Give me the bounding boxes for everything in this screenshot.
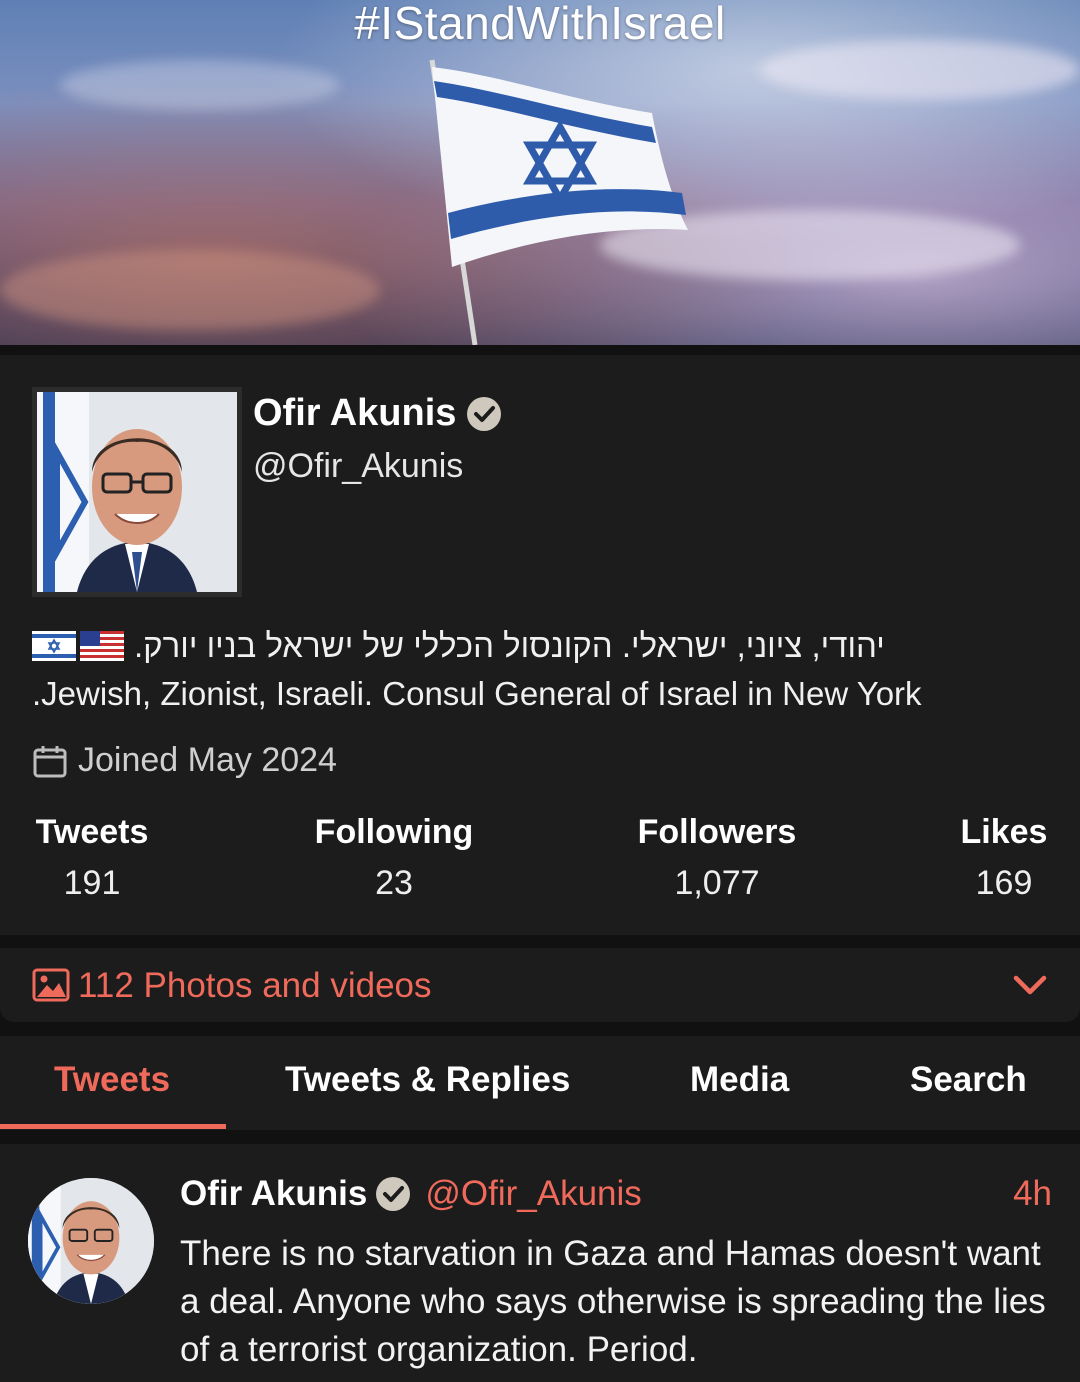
avatar-photo <box>37 392 237 592</box>
tweet-author-handle[interactable]: @Ofir_Akunis <box>425 1174 641 1214</box>
photos-count-label: 112 Photos and videos <box>78 966 432 1005</box>
tweet-avatar-photo <box>28 1178 154 1304</box>
display-name: Ofir Akunis <box>253 392 457 434</box>
tweet-timestamp: 4h <box>1013 1174 1052 1213</box>
tweet-text: There is no starvation in Gaza and Hamas… <box>180 1234 1046 1369</box>
verified-badge-icon <box>467 396 502 431</box>
banner-cloud <box>0 250 380 330</box>
israel-flag-icon <box>32 631 76 661</box>
bio-english: .Jewish, Zionist, Israeli. Consul Genera… <box>32 675 922 712</box>
stat-likes[interactable]: Likes 169 <box>958 813 1050 903</box>
stat-tweets[interactable]: Tweets 191 <box>32 813 152 903</box>
banner-hashtag: #IStandWithIsrael <box>354 0 726 49</box>
tweet-header: Ofir Akunis @Ofir_Akunis <box>180 1174 642 1214</box>
tab-media[interactable]: Media <box>690 1060 789 1100</box>
profile-handle: @Ofir_Akunis <box>253 447 464 485</box>
profile-avatar[interactable] <box>32 387 242 597</box>
bio-hebrew: יהודי, ציוני, ישראלי. הקונסול הכללי של י… <box>134 627 885 664</box>
tab-tweets[interactable]: Tweets <box>54 1060 170 1100</box>
banner-cloud <box>760 40 1080 100</box>
verified-badge-icon <box>376 1177 411 1211</box>
stat-followers-label: Followers <box>637 813 797 851</box>
bio-flags <box>32 631 124 661</box>
joined-row: Joined May 2024 <box>32 741 337 780</box>
bio-hebrew-line: יהודי, ציוני, ישראלי. הקונסול הכללי של י… <box>32 627 967 665</box>
stat-tweets-label: Tweets <box>35 813 149 851</box>
photos-and-videos-bar[interactable]: 112 Photos and videos <box>0 948 1080 1022</box>
us-flag-icon <box>80 631 124 661</box>
calendar-icon <box>33 745 67 777</box>
joined-date: Joined May 2024 <box>78 741 337 779</box>
active-tab-indicator <box>0 1124 226 1129</box>
tweet-item[interactable]: Ofir Akunis @Ofir_Akunis 4h There is no … <box>0 1144 1080 1382</box>
stat-tweets-value: 191 <box>63 864 121 902</box>
stat-following-label: Following <box>314 813 474 851</box>
chevron-down-icon[interactable] <box>1012 972 1048 998</box>
banner-cloud <box>60 60 340 110</box>
stat-following[interactable]: Following 23 <box>314 813 474 903</box>
tab-tweets-replies[interactable]: Tweets & Replies <box>285 1060 570 1100</box>
stat-likes-label: Likes <box>960 813 1048 851</box>
tweet-author-name[interactable]: Ofir Akunis <box>180 1174 367 1214</box>
tweet-avatar[interactable] <box>28 1178 154 1304</box>
photos-icon <box>32 968 70 1002</box>
profile-card: Ofir Akunis @Ofir_Akunis יהודי, ציוני, י… <box>0 355 1080 935</box>
israel-flag-image <box>429 59 688 345</box>
stat-likes-value: 169 <box>975 864 1033 902</box>
profile-tabs: Tweets Tweets & Replies Media Search <box>0 1036 1080 1130</box>
stat-followers[interactable]: Followers 1,077 <box>636 813 798 903</box>
name-row: Ofir Akunis <box>253 392 502 435</box>
profile-banner[interactable]: #IStandWithIsrael <box>0 0 1080 345</box>
stat-following-value: 23 <box>375 864 413 902</box>
tab-search[interactable]: Search <box>910 1060 1027 1100</box>
stat-followers-value: 1,077 <box>674 864 760 902</box>
